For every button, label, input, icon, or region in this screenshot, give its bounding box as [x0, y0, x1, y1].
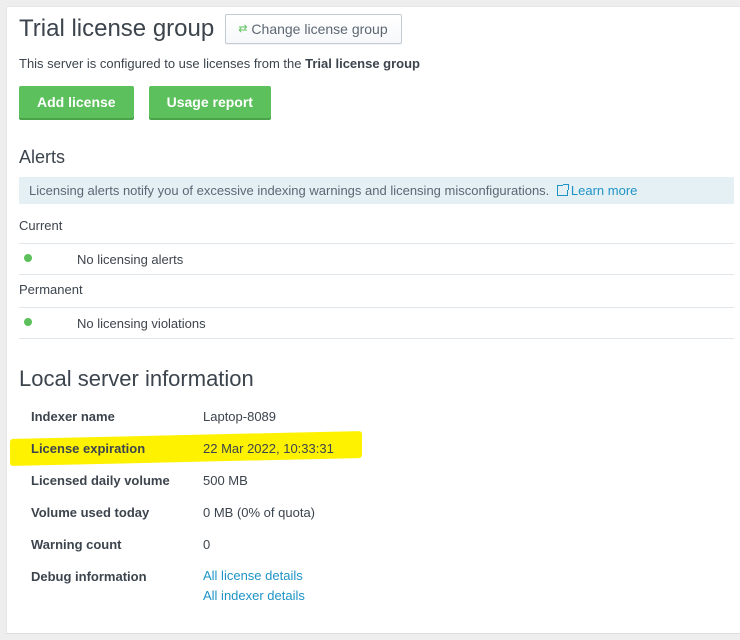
info-value: 0 MB (0% of quota): [203, 505, 315, 520]
alerts-info-bar: Licensing alerts notify you of excessive…: [19, 177, 734, 204]
current-alerts-row: No licensing alerts: [19, 243, 734, 275]
all-license-details-link[interactable]: All license details: [203, 566, 305, 586]
learn-more-link[interactable]: Learn more: [556, 183, 638, 198]
current-alerts-message: No licensing alerts: [77, 252, 184, 267]
learn-more-label: Learn more: [570, 183, 638, 198]
info-value: 500 MB: [203, 473, 248, 488]
info-label: Volume used today: [31, 505, 150, 520]
info-label: Debug information: [31, 569, 147, 584]
license-group-description: This server is configured to use license…: [19, 56, 420, 71]
status-dot-icon: [24, 318, 32, 326]
debug-links: All license details All indexer details: [203, 566, 305, 606]
info-label: License expiration: [31, 441, 146, 456]
add-license-button[interactable]: Add license: [19, 86, 134, 118]
info-label: Warning count: [31, 537, 122, 552]
current-alerts-heading: Current: [19, 218, 63, 233]
page-title: Trial license group: [19, 15, 215, 42]
change-license-group-button[interactable]: ⇄ Change license group: [225, 14, 402, 44]
all-indexer-details-link[interactable]: All indexer details: [203, 586, 305, 606]
usage-report-button[interactable]: Usage report: [148, 86, 271, 118]
permanent-alerts-message: No licensing violations: [77, 316, 206, 331]
subtitle-group-name: Trial license group: [305, 56, 420, 71]
license-actions: Add license Usage report: [19, 86, 286, 118]
info-value: Laptop-8089: [203, 409, 277, 424]
info-value: 0: [203, 537, 211, 552]
title-row: Trial license group ⇄ Change license gro…: [19, 14, 402, 44]
alerts-info-text: Licensing alerts notify you of excessive…: [29, 183, 550, 198]
subtitle-prefix: This server is configured to use license…: [19, 56, 306, 71]
external-link-icon: [556, 184, 569, 196]
permanent-alerts-heading: Permanent: [19, 282, 83, 297]
arrows-exchange-icon: ⇄: [238, 22, 248, 35]
permanent-alerts-row: No licensing violations: [19, 307, 734, 339]
status-dot-icon: [24, 254, 32, 262]
info-value: 22 Mar 2022, 10:33:31: [203, 441, 334, 456]
info-label: Licensed daily volume: [31, 473, 170, 488]
info-label: Indexer name: [31, 409, 115, 424]
local-server-heading: Local server information: [19, 366, 254, 391]
alerts-heading: Alerts: [19, 147, 66, 167]
change-license-group-label: Change license group: [251, 21, 388, 37]
